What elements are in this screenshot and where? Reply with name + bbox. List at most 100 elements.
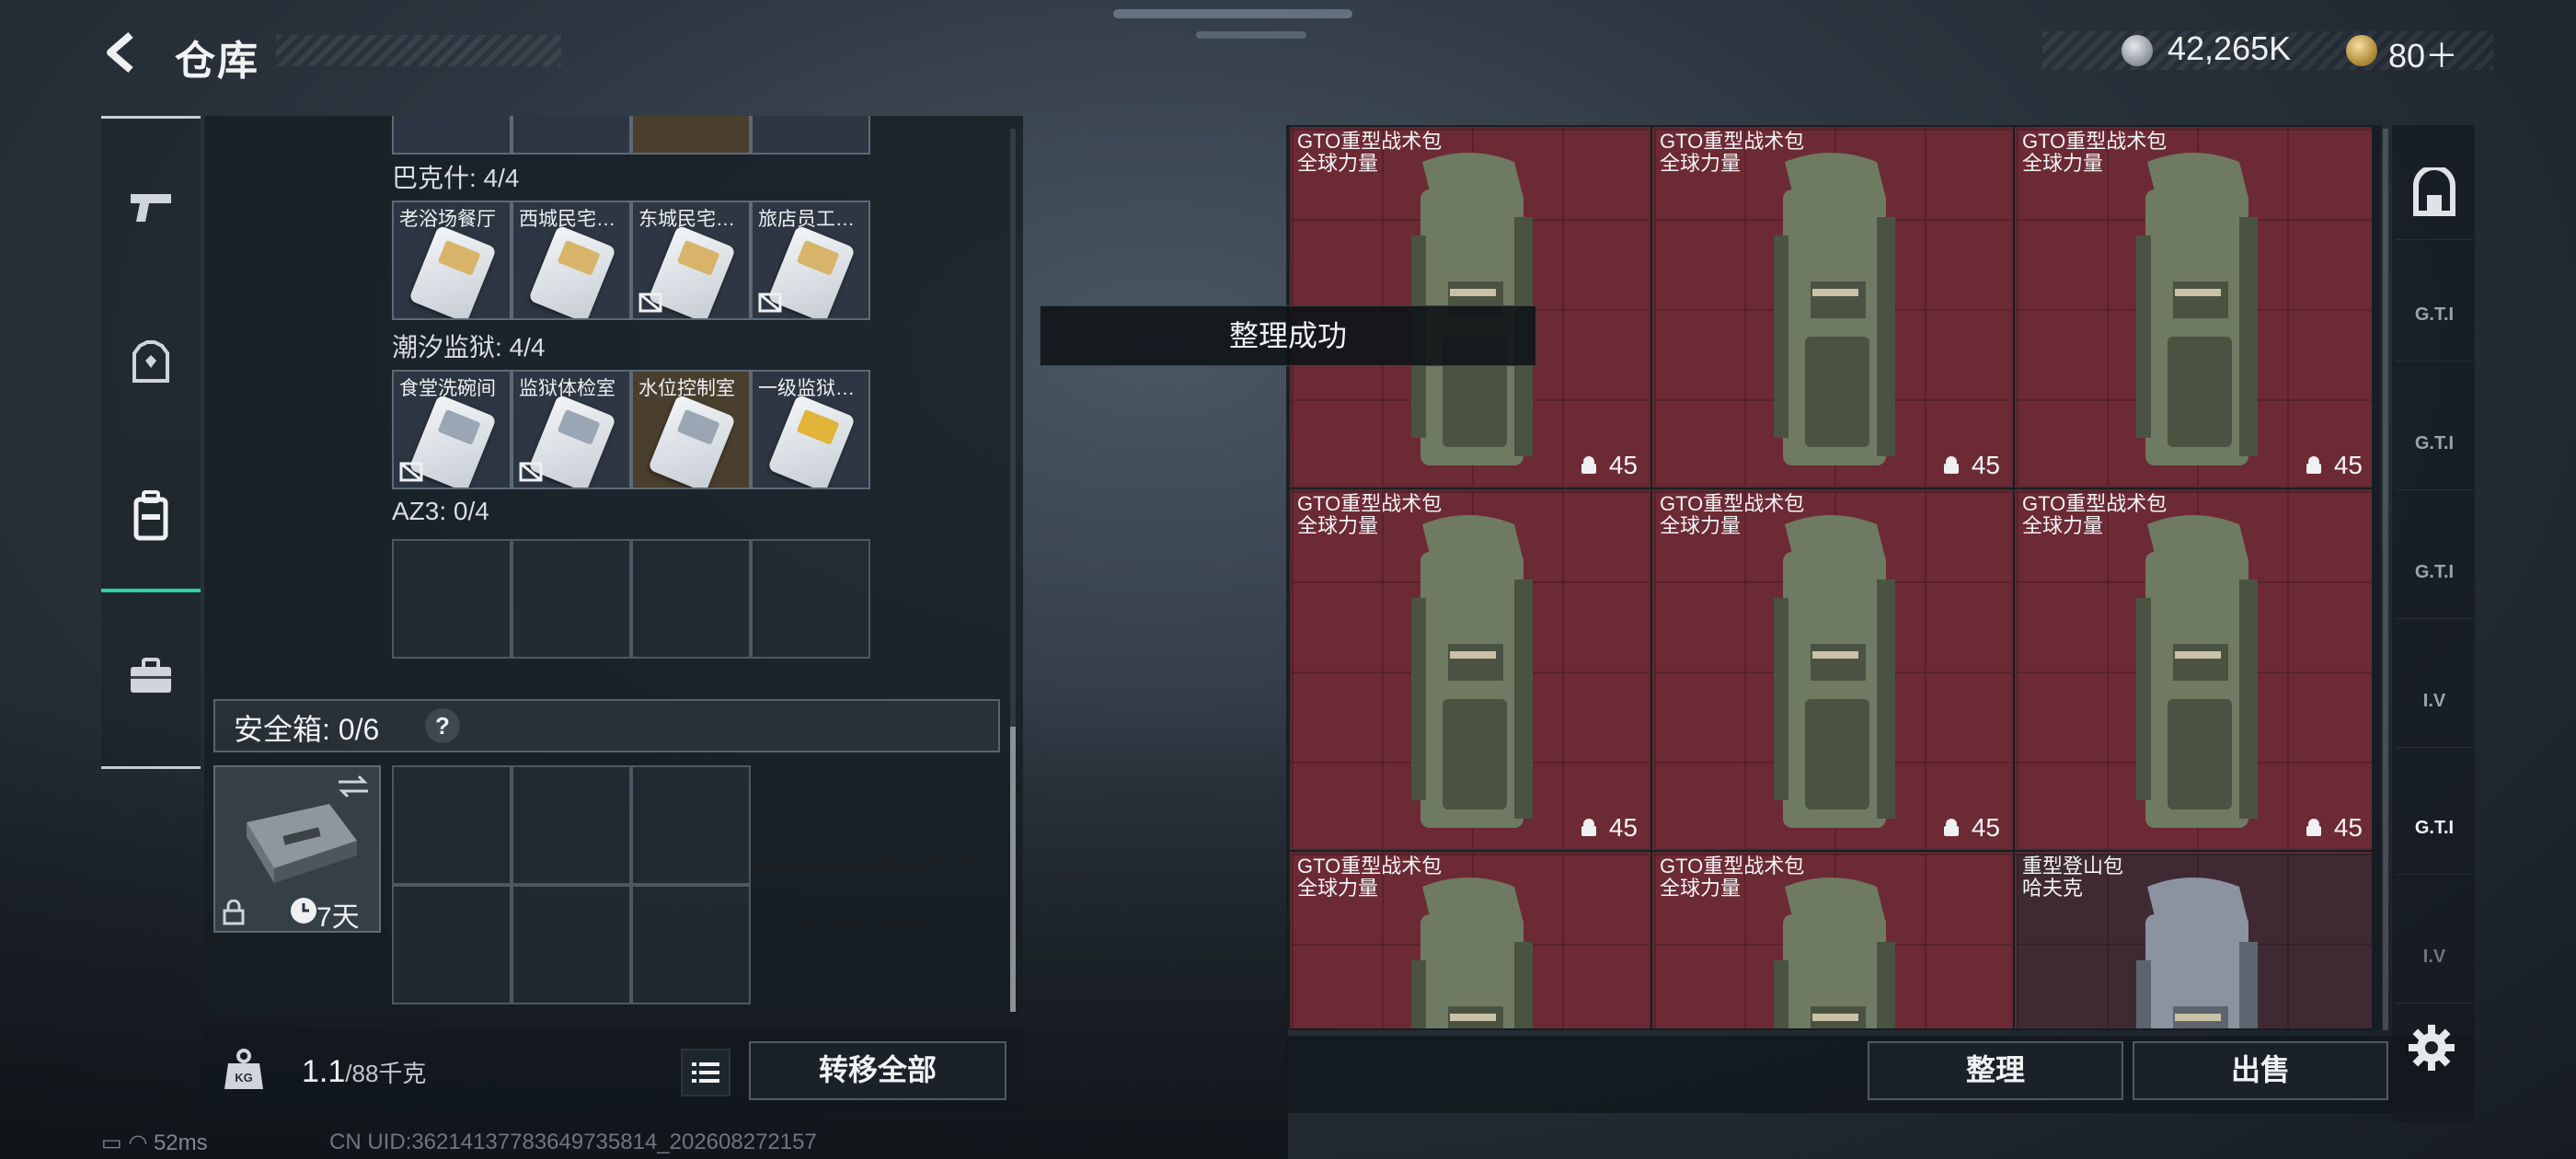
rail-filter-iv2[interactable]: I.V [2396, 911, 2473, 1004]
backpack-item[interactable]: 重型登山包 哈夫克 [2015, 852, 2372, 1028]
container-label: 巴克什: 4/4 [392, 164, 520, 192]
key-name: 西城民宅… [519, 209, 615, 230]
stash-scrollbar-thumb[interactable] [1010, 727, 1016, 1012]
empty-slot[interactable] [392, 765, 512, 885]
backpack-image [2136, 878, 2258, 1028]
key-cell[interactable]: 旅店员工… [751, 201, 870, 320]
sort-button[interactable]: 整理 [1868, 1041, 2123, 1100]
key-name: 东城民宅… [638, 209, 735, 230]
key-name: 一级监狱… [758, 378, 855, 399]
rail-filter-gt1[interactable]: G.T.I [2396, 269, 2473, 361]
empty-slot[interactable] [512, 765, 631, 885]
item-name: GTO重型战术包 [1660, 130, 1805, 153]
empty-slot[interactable] [631, 539, 751, 659]
rail-item-backpacks[interactable] [101, 443, 201, 592]
gear-icon[interactable] [2407, 1023, 2456, 1073]
key-cell[interactable] [631, 116, 751, 155]
battery-icon: ▭ ◠ [101, 1130, 154, 1155]
item-brand: 全球力量 [1660, 152, 1742, 175]
briefcase-icon [247, 804, 357, 883]
key-cell[interactable]: 西城民宅… [512, 201, 631, 320]
rail-filter-gt-active[interactable]: G.T.I [2396, 782, 2473, 875]
backpack-image [1411, 515, 1533, 828]
rail-filter-all[interactable] [2396, 147, 2473, 240]
tier-icon: G.T.I [2414, 817, 2455, 838]
lock-icon [1581, 819, 1596, 836]
weight-kg-icon: KG [224, 1049, 263, 1089]
backpack-item[interactable]: GTO重型战术包 全球力量 45 [1652, 127, 2013, 488]
backpack-item[interactable]: GTO重型战术包 全球力量 45 [1290, 489, 1650, 850]
backpack-item[interactable]: GTO重型战术包 全球力量 45 [1652, 489, 2013, 850]
empty-slot[interactable] [392, 539, 512, 659]
backpack-image [1411, 878, 1533, 1028]
backpack-item[interactable]: GTO重型战术包 全球力量 [1652, 852, 2013, 1028]
rail-item-weapons[interactable] [101, 156, 201, 258]
empty-slot[interactable] [751, 539, 870, 659]
tier-icon: G.T.I [2414, 561, 2455, 582]
item-brand: 哈夫克 [2022, 877, 2084, 900]
lock-icon [1944, 456, 1959, 474]
tier-icon: G.T.I [2414, 304, 2455, 325]
rail-item-toolbox[interactable] [101, 625, 201, 727]
item-name: GTO重型战术包 [1660, 492, 1805, 515]
rail-item-armor[interactable] [101, 313, 201, 414]
key-cell[interactable]: 监狱体检室 [512, 370, 631, 489]
no-entry-icon [519, 462, 543, 482]
no-entry-icon [758, 293, 782, 313]
back-arrow-icon[interactable] [99, 29, 145, 75]
item-capacity: 45 [1608, 451, 1638, 479]
ceiling-light [1113, 9, 1352, 18]
key-cell[interactable]: 东城民宅… [631, 201, 751, 320]
key-cell[interactable]: 水位控制室 [631, 370, 751, 489]
key-cell[interactable] [392, 116, 512, 155]
lock-icon [1581, 456, 1596, 474]
item-name: GTO重型战术包 [2022, 130, 2168, 153]
gold-coin-icon [2346, 35, 2377, 66]
gold-currency-amount[interactable]: 80＋ [2388, 29, 2458, 77]
key-name: 老浴场餐厅 [399, 209, 496, 230]
lock-icon [2306, 456, 2321, 474]
empty-slot[interactable] [512, 539, 631, 659]
help-icon[interactable]: ? [425, 708, 460, 743]
item-brand: 全球力量 [1297, 877, 1379, 900]
empty-slot[interactable] [512, 885, 631, 1004]
uid-text: CN UID:36214137783649735814_202608272157 [329, 1130, 817, 1154]
item-capacity: 45 [1971, 451, 2000, 479]
backpack-image [2136, 153, 2258, 465]
backpack-item[interactable]: GTO重型战术包 全球力量 45 [2015, 127, 2372, 488]
container-label: AZ3: 0/4 [392, 497, 489, 525]
backpack-item[interactable]: GTO重型战术包 全球力量 45 [2015, 489, 2372, 850]
empty-slot[interactable] [631, 765, 751, 885]
item-name: 重型登山包 [2022, 855, 2124, 878]
weight-current: 1.1 [302, 1054, 346, 1089]
lock-icon [223, 900, 245, 925]
item-brand: 全球力量 [1660, 877, 1742, 900]
no-entry-icon [638, 293, 662, 313]
item-capacity: 45 [2333, 813, 2363, 842]
rail-filter-iv1[interactable]: I.V [2396, 655, 2473, 748]
safe-box-duration: 7天 [316, 902, 360, 933]
item-brand: 全球力量 [2022, 152, 2104, 175]
key-cell[interactable] [512, 116, 631, 155]
key-cell[interactable] [751, 116, 870, 155]
item-name: GTO重型战术包 [1297, 130, 1443, 153]
key-cell[interactable]: 老浴场餐厅 [392, 201, 512, 320]
backpack-scrollbar[interactable] [2383, 129, 2388, 1030]
backpack-filter-icon [2413, 167, 2455, 216]
list-view-button[interactable] [681, 1049, 730, 1096]
item-brand: 全球力量 [1660, 514, 1742, 537]
empty-slot[interactable] [392, 885, 512, 1004]
transfer-all-button[interactable]: 转移全部 [749, 1041, 1006, 1100]
key-cell[interactable]: 食堂洗碗间 [392, 370, 512, 489]
sell-button[interactable]: 出售 [2133, 1041, 2388, 1100]
empty-slot[interactable] [631, 885, 751, 1004]
swap-icon[interactable] [337, 773, 370, 800]
key-cell[interactable]: 一级监狱… [751, 370, 870, 489]
toast-message: 整理成功 [1040, 305, 1536, 366]
rail-filter-gt3[interactable]: G.T.I [2396, 526, 2473, 619]
rail-filter-gt2[interactable]: G.T.I [2396, 397, 2473, 490]
weight-readout: 1.1/88千克 [302, 1054, 426, 1090]
item-brand: 全球力量 [1297, 152, 1379, 175]
backpack-item[interactable]: GTO重型战术包 全球力量 [1290, 852, 1650, 1028]
silver-coin-icon [2122, 35, 2153, 66]
